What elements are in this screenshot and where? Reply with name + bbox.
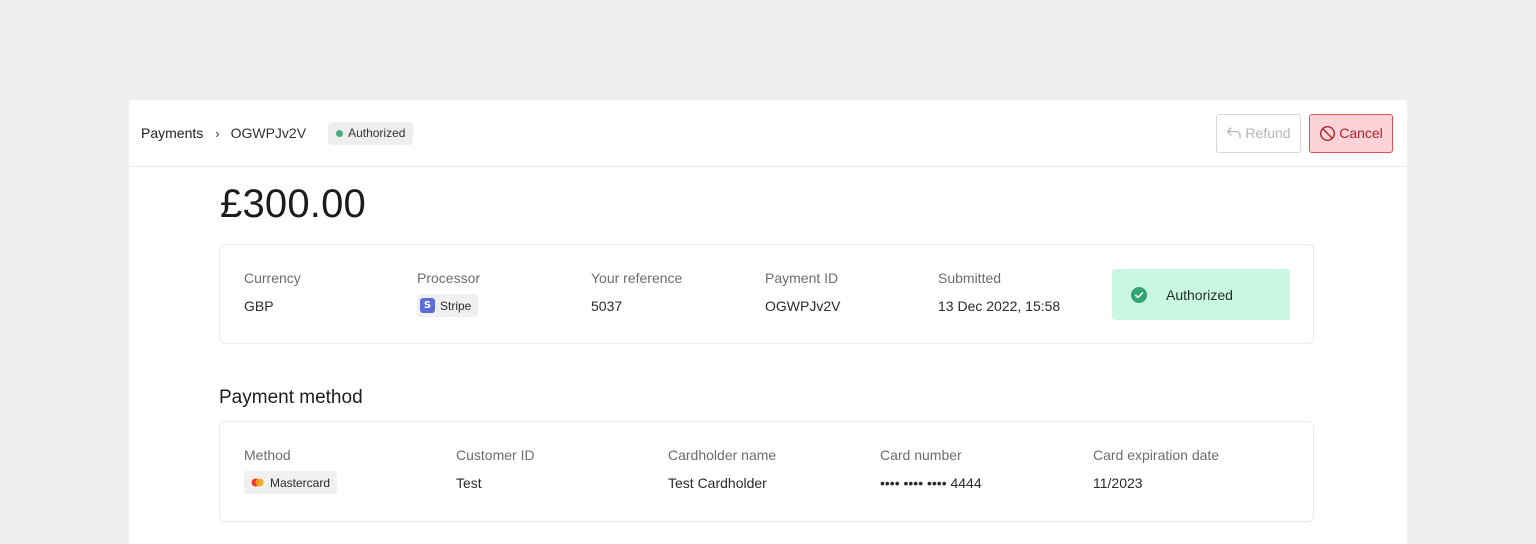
customer-id-value: Test — [456, 475, 482, 491]
status-dot-icon — [336, 129, 344, 137]
currency-field: Currency GBP — [244, 270, 301, 314]
check-circle-icon — [1131, 286, 1147, 303]
method-label: Method — [244, 447, 291, 463]
expiry-field: Card expiration date 11/2023 — [1093, 447, 1219, 491]
reference-label: Your reference — [591, 270, 683, 286]
header-actions: Refund Cancel — [1216, 113, 1393, 153]
customer-id-label: Customer ID — [456, 447, 535, 463]
processor-field: Processor S Stripe — [417, 270, 480, 317]
currency-label: Currency — [244, 270, 301, 286]
currency-value: GBP — [244, 298, 274, 314]
header-bar: Payments › OGWPJv2V Authorized Refund Ca… — [129, 100, 1407, 167]
submitted-value: 13 Dec 2022, 15:58 — [938, 298, 1061, 314]
refund-button-label: Refund — [1245, 125, 1291, 141]
payment-id-label: Payment ID — [765, 270, 839, 286]
authorized-status-box: Authorized — [1112, 269, 1290, 320]
cancel-button[interactable]: Cancel — [1309, 113, 1393, 153]
card-number-value: •••• •••• •••• 4444 — [880, 475, 982, 491]
submitted-label: Submitted — [938, 270, 1002, 286]
submitted-field: Submitted 13 Dec 2022, 15:58 — [938, 270, 1060, 314]
expiry-label: Card expiration date — [1093, 447, 1220, 463]
customer-id-field: Customer ID Test — [456, 447, 535, 491]
cardholder-field: Cardholder name Test Cardholder — [668, 447, 776, 491]
status-badge-label: Authorized — [348, 126, 406, 140]
cardholder-value: Test Cardholder — [668, 475, 767, 491]
breadcrumb: Payments › OGWPJv2V — [141, 125, 306, 141]
card-number-field: Card number •••• •••• •••• 4444 — [880, 447, 982, 491]
cardholder-label: Cardholder name — [668, 447, 777, 463]
stripe-icon: S — [420, 298, 435, 313]
payment-method-title: Payment method — [219, 387, 363, 408]
reference-value: 5037 — [591, 298, 623, 314]
processor-value: Stripe — [440, 298, 472, 313]
breadcrumb-separator: › — [215, 125, 220, 141]
processor-tag: S Stripe — [417, 294, 479, 317]
payment-method-card: Method Mastercard Customer ID Test Cardh… — [219, 421, 1314, 522]
method-value: Mastercard — [270, 475, 331, 490]
breadcrumb-payments-link[interactable]: Payments — [141, 125, 203, 141]
cancel-button-label: Cancel — [1339, 125, 1383, 141]
payment-detail-panel: Payments › OGWPJv2V Authorized Refund Ca… — [129, 100, 1407, 544]
card-number-label: Card number — [880, 447, 962, 463]
payment-amount: £300.00 — [220, 182, 366, 226]
ban-icon — [1320, 125, 1336, 141]
refund-arrow-icon — [1227, 127, 1242, 139]
payment-summary-card: Currency GBP Processor S Stripe Your ref… — [219, 244, 1314, 344]
refund-button[interactable]: Refund — [1216, 113, 1301, 153]
method-field: Method Mastercard — [244, 447, 338, 494]
reference-field: Your reference 5037 — [591, 270, 682, 314]
processor-label: Processor — [417, 270, 481, 286]
payment-id-field: Payment ID OGWPJv2V — [765, 270, 840, 314]
expiry-value: 11/2023 — [1093, 475, 1143, 491]
breadcrumb-current: OGWPJv2V — [230, 125, 307, 141]
payment-id-value: OGWPJv2V — [765, 298, 841, 314]
status-badge: Authorized — [328, 121, 414, 145]
method-tag: Mastercard — [244, 471, 338, 494]
mastercard-icon — [251, 478, 264, 487]
authorized-status-label: Authorized — [1166, 286, 1233, 303]
